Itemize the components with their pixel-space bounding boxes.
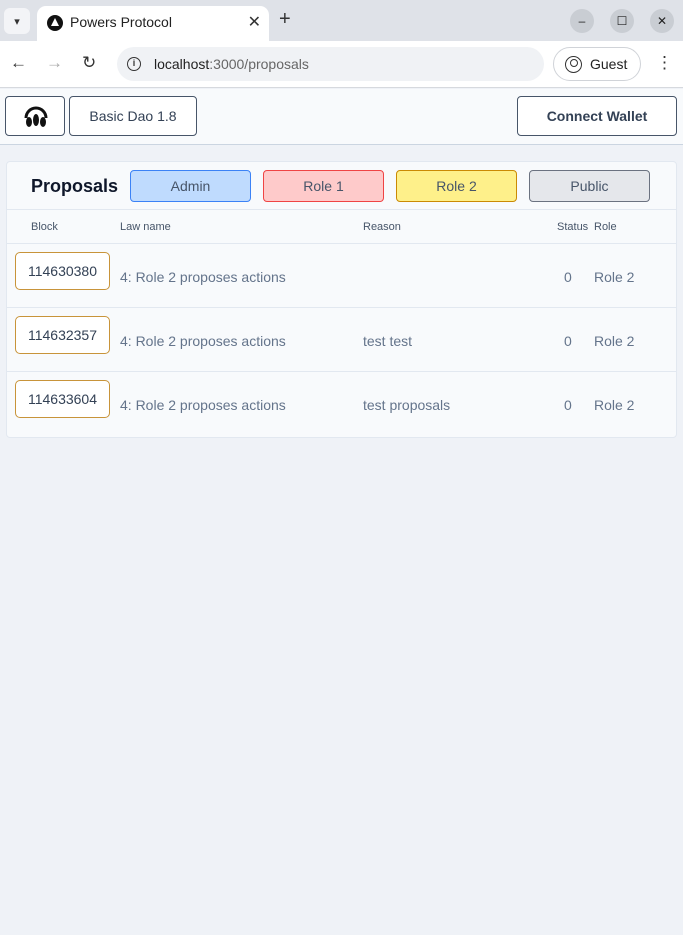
browser-toolbar: ← → ↻ i localhost:3000/proposals Guest ⋮ — [0, 41, 683, 88]
maximize-icon[interactable]: ☐ — [610, 9, 634, 33]
role-cell: Role 2 — [594, 333, 635, 349]
table-row[interactable]: 114633604 4: Role 2 proposes actions tes… — [7, 371, 676, 435]
url-text: localhost:3000/proposals — [154, 56, 309, 72]
address-bar[interactable]: i localhost:3000/proposals — [117, 47, 544, 81]
connect-wallet-button[interactable]: Connect Wallet — [517, 96, 677, 136]
block-number-button[interactable]: 114630380 — [15, 252, 110, 290]
column-header-reason: Reason — [363, 221, 401, 233]
filter-role2-button[interactable]: Role 2 — [396, 170, 517, 202]
proposals-header: Proposals Admin Role 1 Role 2 Public — [7, 162, 676, 210]
role-cell: Role 2 — [594, 397, 635, 413]
tab-title: Powers Protocol — [70, 14, 172, 30]
column-header-status: Status — [557, 221, 589, 233]
page-title: Proposals — [31, 176, 119, 196]
minimize-icon[interactable]: – — [570, 9, 594, 33]
dao-name-button[interactable]: Basic Dao 1.8 — [69, 96, 197, 136]
new-tab-button[interactable]: + — [279, 8, 291, 31]
favicon-icon — [47, 15, 63, 31]
status-cell: 0 — [564, 397, 572, 413]
forward-icon[interactable]: → — [46, 53, 63, 73]
profile-label: Guest — [590, 56, 628, 72]
block-number-button[interactable]: 114633604 — [15, 380, 110, 418]
proposals-panel: Proposals Admin Role 1 Role 2 Public Blo… — [6, 161, 677, 438]
more-menu-icon[interactable]: ⋮ — [656, 53, 673, 73]
block-number-button[interactable]: 114632357 — [15, 316, 110, 354]
logo-button[interactable] — [5, 96, 65, 136]
role-cell: Role 2 — [594, 269, 635, 285]
browser-tab-bar: ▾ Powers Protocol ✕ + – ☐ ✕ — [0, 0, 683, 41]
reason-cell: test test — [363, 333, 413, 349]
back-icon[interactable]: ← — [10, 53, 27, 73]
status-cell: 0 — [564, 333, 572, 349]
filter-role1-button[interactable]: Role 1 — [263, 170, 384, 202]
profile-icon — [565, 56, 582, 73]
law-name-cell: 4: Role 2 proposes actions — [120, 397, 286, 413]
powers-logo-icon — [24, 106, 48, 127]
tab-search-chevron-icon[interactable]: ▾ — [4, 8, 30, 34]
browser-tab[interactable]: Powers Protocol ✕ — [37, 6, 269, 41]
reload-icon[interactable]: ↻ — [82, 53, 96, 73]
law-name-cell: 4: Role 2 proposes actions — [120, 269, 286, 285]
close-window-icon[interactable]: ✕ — [650, 9, 674, 33]
status-cell: 0 — [564, 269, 572, 285]
filter-public-button[interactable]: Public — [529, 170, 650, 202]
table-row[interactable]: 114632357 4: Role 2 proposes actions tes… — [7, 307, 676, 371]
site-info-icon[interactable]: i — [127, 57, 141, 71]
column-header-role: Role — [594, 221, 617, 233]
table-row[interactable]: 114630380 4: Role 2 proposes actions 0 R… — [7, 243, 676, 307]
law-name-cell: 4: Role 2 proposes actions — [120, 333, 286, 349]
close-tab-icon[interactable]: ✕ — [248, 12, 261, 32]
column-header-block: Block — [31, 221, 58, 233]
app-navbar: Basic Dao 1.8 Connect Wallet — [0, 89, 683, 145]
reason-cell: test proposals — [363, 397, 451, 413]
profile-button[interactable]: Guest — [553, 47, 641, 81]
column-header-law-name: Law name — [120, 221, 171, 233]
filter-admin-button[interactable]: Admin — [130, 170, 251, 202]
